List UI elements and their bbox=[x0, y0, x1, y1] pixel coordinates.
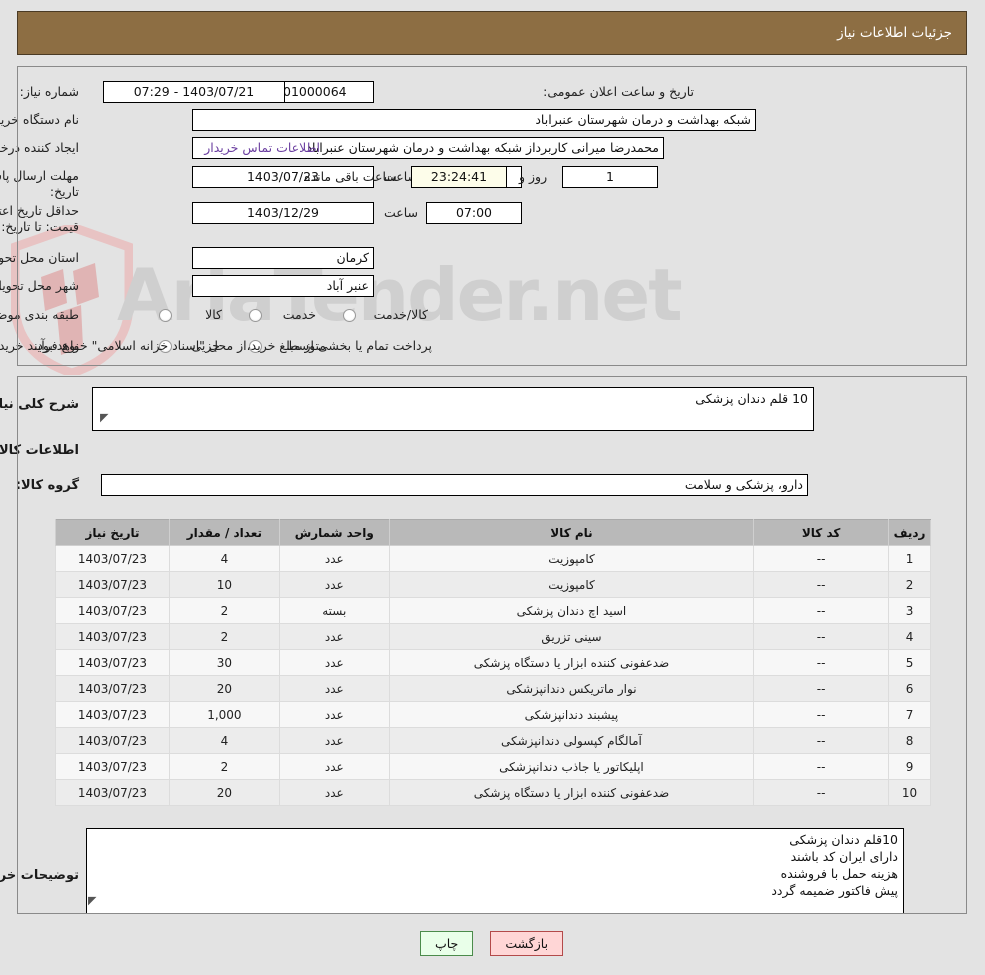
row-unit: عدد bbox=[279, 675, 391, 702]
row-qty: 30 bbox=[169, 649, 281, 676]
row-unit: بسته bbox=[279, 597, 391, 624]
row-radif: 8 bbox=[889, 727, 932, 754]
row-code: -- bbox=[754, 623, 891, 650]
col-header-name[interactable]: نام کالا bbox=[389, 519, 756, 546]
table-row: 10 -- ضدعفونی کننده ابزار یا دستگاه پزشکی ع… bbox=[56, 779, 932, 806]
row-radif: 3 bbox=[889, 597, 932, 624]
row-qty: 1,000 bbox=[169, 701, 281, 728]
need-summary-panel bbox=[18, 66, 968, 366]
row-date: 1403/07/23 bbox=[56, 623, 171, 650]
row-radif: 7 bbox=[889, 701, 932, 728]
row-radif: 1 bbox=[889, 545, 932, 572]
col-header-code[interactable]: کد کالا bbox=[754, 519, 891, 546]
table-row: 9 -- اپلیکاتور یا جاذب دندانپزشکی عدد 2 1403/… bbox=[56, 753, 932, 780]
items-table-wrap: ردیف کد کالا نام کالا واحد شمارش تعداد /… bbox=[56, 519, 932, 806]
items-table-body: 1 -- کامپوزیت عدد 4 1403/07/23 2 -- کامپوزیت عدد 1… bbox=[56, 545, 932, 806]
row-date: 1403/07/23 bbox=[56, 701, 171, 728]
table-row: 2 -- کامپوزیت عدد 10 1403/07/23 bbox=[56, 571, 932, 598]
row-date: 1403/07/23 bbox=[56, 571, 171, 598]
row-qty: 20 bbox=[169, 779, 281, 806]
table-row: 4 -- سینی تزریق عدد 2 1403/07/23 bbox=[56, 623, 932, 650]
page-title: جزئیات اطلاعات نیاز bbox=[838, 25, 953, 41]
row-qty: 10 bbox=[169, 571, 281, 598]
col-header-qty[interactable]: تعداد / مقدار bbox=[169, 519, 281, 546]
row-unit: عدد bbox=[279, 545, 391, 572]
row-name: سینی تزریق bbox=[389, 623, 756, 650]
page-header-bar: جزئیات اطلاعات نیاز bbox=[18, 11, 968, 55]
row-qty: 2 bbox=[169, 597, 281, 624]
row-name: اپلیکاتور یا جاذب دندانپزشکی bbox=[389, 753, 756, 780]
row-unit: عدد bbox=[279, 623, 391, 650]
back-button[interactable]: بازگشت bbox=[491, 931, 565, 956]
row-code: -- bbox=[754, 779, 891, 806]
row-code: -- bbox=[754, 571, 891, 598]
row-date: 1403/07/23 bbox=[56, 675, 171, 702]
row-qty: 4 bbox=[169, 545, 281, 572]
row-code: -- bbox=[754, 675, 891, 702]
row-date: 1403/07/23 bbox=[56, 779, 171, 806]
row-name: کامپوزیت bbox=[389, 571, 756, 598]
row-date: 1403/07/23 bbox=[56, 597, 171, 624]
row-name: اسید اچ دندان پزشکی bbox=[389, 597, 756, 624]
table-row: 5 -- ضدعفونی کننده ابزار یا دستگاه پزشکی عد… bbox=[56, 649, 932, 676]
row-radif: 10 bbox=[889, 779, 932, 806]
table-row: 8 -- آمالگام کپسولی دندانپزشکی عدد 4 1403/07/… bbox=[56, 727, 932, 754]
col-header-radif[interactable]: ردیف bbox=[889, 519, 932, 546]
col-header-unit[interactable]: واحد شمارش bbox=[279, 519, 391, 546]
row-qty: 4 bbox=[169, 727, 281, 754]
row-name: کامپوزیت bbox=[389, 545, 756, 572]
row-date: 1403/07/23 bbox=[56, 753, 171, 780]
table-row: 7 -- پیشبند دندانپزشکی عدد 1,000 1403/07/23 bbox=[56, 701, 932, 728]
row-unit: عدد bbox=[279, 649, 391, 676]
row-unit: عدد bbox=[279, 753, 391, 780]
row-unit: عدد bbox=[279, 701, 391, 728]
table-row: 3 -- اسید اچ دندان پزشکی بسته 2 1403/07/23 bbox=[56, 597, 932, 624]
row-code: -- bbox=[754, 701, 891, 728]
row-unit: عدد bbox=[279, 779, 391, 806]
row-code: -- bbox=[754, 649, 891, 676]
row-unit: عدد bbox=[279, 571, 391, 598]
row-qty: 2 bbox=[169, 753, 281, 780]
row-code: -- bbox=[754, 753, 891, 780]
row-radif: 5 bbox=[889, 649, 932, 676]
row-radif: 4 bbox=[889, 623, 932, 650]
row-name: پیشبند دندانپزشکی bbox=[389, 701, 756, 728]
table-row: 6 -- نوار ماتریکس دندانپزشکی عدد 20 1403/07/2… bbox=[56, 675, 932, 702]
row-name: ضدعفونی کننده ابزار یا دستگاه پزشکی bbox=[389, 649, 756, 676]
action-buttons-row: بازگشت چاپ bbox=[0, 931, 985, 956]
row-date: 1403/07/23 bbox=[56, 649, 171, 676]
row-qty: 2 bbox=[169, 623, 281, 650]
table-row: 1 -- کامپوزیت عدد 4 1403/07/23 bbox=[56, 545, 932, 572]
row-unit: عدد bbox=[279, 727, 391, 754]
row-radif: 9 bbox=[889, 753, 932, 780]
row-name: ضدعفونی کننده ابزار یا دستگاه پزشکی bbox=[389, 779, 756, 806]
col-header-date[interactable]: تاریخ نیاز bbox=[56, 519, 171, 546]
row-code: -- bbox=[754, 727, 891, 754]
row-code: -- bbox=[754, 545, 891, 572]
row-qty: 20 bbox=[169, 675, 281, 702]
row-radif: 6 bbox=[889, 675, 932, 702]
table-header-row: ردیف کد کالا نام کالا واحد شمارش تعداد /… bbox=[56, 519, 932, 546]
row-name: نوار ماتریکس دندانپزشکی bbox=[389, 675, 756, 702]
row-date: 1403/07/23 bbox=[56, 545, 171, 572]
print-button[interactable]: چاپ bbox=[420, 931, 475, 956]
items-table: ردیف کد کالا نام کالا واحد شمارش تعداد /… bbox=[56, 519, 932, 806]
row-name: آمالگام کپسولی دندانپزشکی bbox=[389, 727, 756, 754]
row-code: -- bbox=[754, 597, 891, 624]
row-date: 1403/07/23 bbox=[56, 727, 171, 754]
row-radif: 2 bbox=[889, 571, 932, 598]
